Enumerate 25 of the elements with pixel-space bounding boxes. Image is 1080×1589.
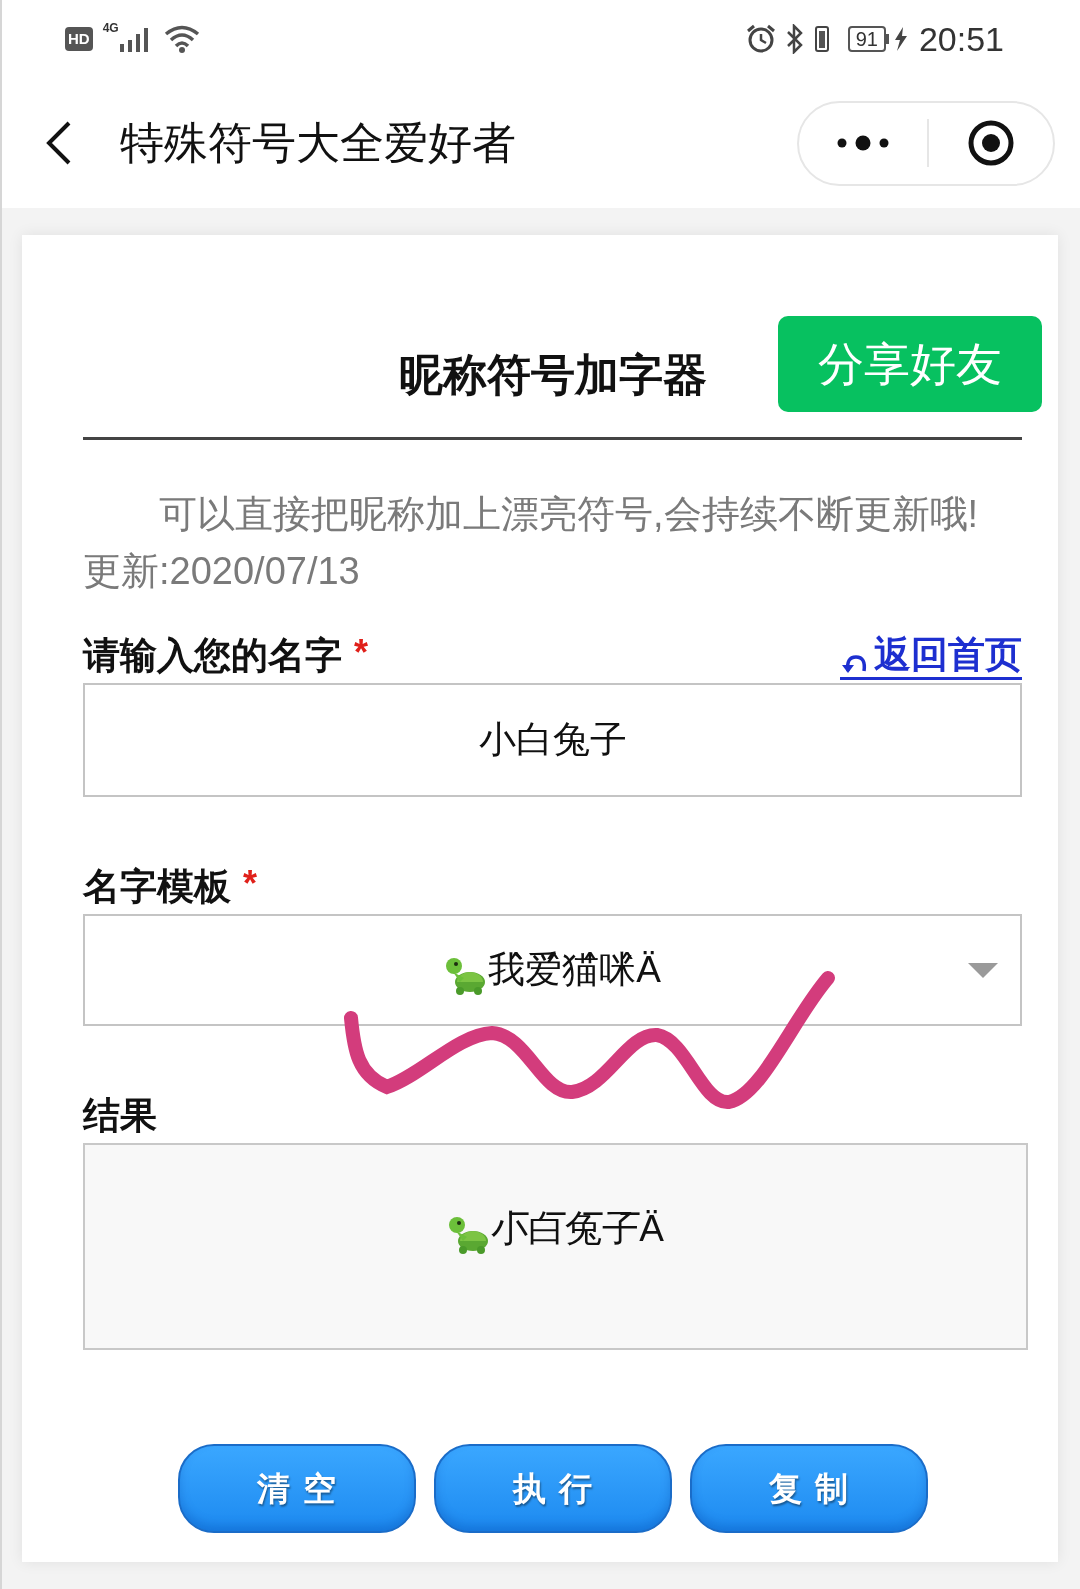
update-date: 更新:2020/07/13	[83, 549, 361, 594]
description-text: 可以直接把昵称加上漂亮符号,会持续不断更新哦!	[158, 492, 980, 537]
nav-title: 特殊符号大全爱好者	[120, 117, 516, 169]
required-mark: *	[243, 862, 257, 906]
wifi-icon	[163, 25, 200, 53]
hd-badge: HD	[65, 27, 93, 51]
vibrate-icon	[813, 25, 830, 53]
back-chevron-icon[interactable]	[46, 121, 72, 165]
name-input-field[interactable]: 小白兔子	[83, 683, 1022, 797]
target-icon[interactable]	[967, 119, 1015, 167]
dropdown-caret-icon	[968, 962, 998, 978]
bluetooth-icon	[785, 24, 804, 54]
battery-level: 91	[847, 26, 889, 52]
network-type: 4G	[102, 22, 119, 34]
required-mark: *	[354, 631, 368, 675]
card-title: 昵称符号加字器	[398, 349, 707, 401]
clock-time: 20:51	[918, 18, 1004, 60]
more-dots-icon[interactable]	[837, 135, 889, 151]
back-home-link[interactable]: 返回首页	[840, 632, 1022, 680]
alarm-icon	[745, 24, 776, 54]
field-label: 请输入您的名字	[83, 634, 342, 679]
charging-icon	[892, 26, 907, 52]
signal-icon	[119, 26, 150, 52]
field-label: 结果	[83, 1094, 157, 1139]
field-label: 名字模板	[83, 865, 231, 910]
